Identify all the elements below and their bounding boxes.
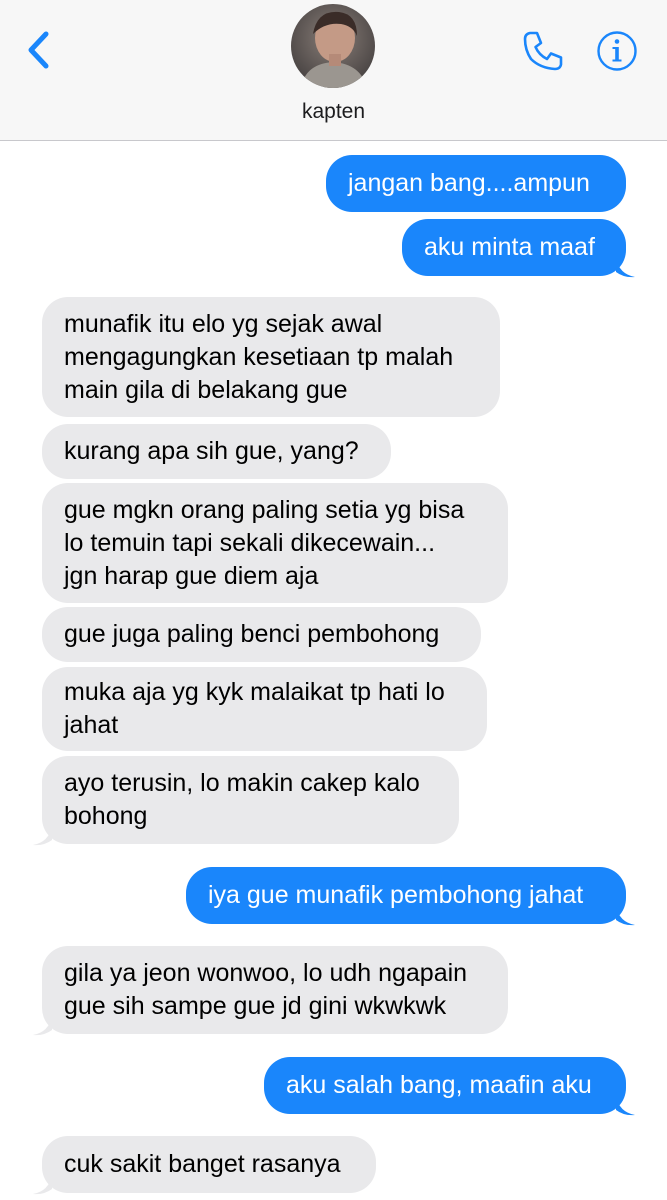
message-bubble-outgoing[interactable]: iya gue munafik pembohong jahat bbox=[186, 867, 626, 924]
message-bubble-incoming[interactable]: cuk sakit banget rasanya bbox=[42, 1136, 376, 1193]
message-bubble-incoming[interactable]: gue juga paling benci pembohong bbox=[42, 607, 481, 662]
bubble-tail-outgoing bbox=[616, 1096, 635, 1116]
chevron-left-icon bbox=[28, 31, 49, 69]
message-bubble-incoming[interactable]: kurang apa sih gue, yang? bbox=[42, 424, 391, 479]
back-button[interactable] bbox=[22, 28, 62, 72]
message-bubble-outgoing[interactable]: jangan bang....ampun bbox=[326, 155, 626, 212]
message-bubble-outgoing[interactable]: aku minta maaf bbox=[402, 219, 626, 276]
conversation-header: kapten bbox=[0, 0, 667, 141]
bubble-tail-incoming bbox=[33, 826, 52, 846]
call-button[interactable] bbox=[520, 28, 566, 74]
message-bubble-incoming[interactable]: ayo terusin, lo makin cakep kalo bohong bbox=[42, 756, 459, 844]
bubble-tail-outgoing bbox=[616, 906, 635, 926]
avatar[interactable] bbox=[291, 4, 375, 88]
phone-icon bbox=[523, 31, 563, 71]
message-bubble-incoming[interactable]: gila ya jeon wonwoo, lo udh ngapain gue … bbox=[42, 946, 508, 1034]
message-bubble-outgoing[interactable]: aku salah bang, maafin aku bbox=[264, 1057, 626, 1114]
bubble-tail-incoming bbox=[33, 1016, 52, 1036]
bubble-tail-incoming bbox=[33, 1175, 52, 1195]
info-icon bbox=[597, 31, 637, 71]
contact-name[interactable]: kapten bbox=[0, 100, 667, 124]
message-bubble-incoming[interactable]: gue mgkn orang paling setia yg bisa lo t… bbox=[42, 483, 508, 603]
message-thread[interactable]: jangan bang....ampun aku minta maaf muna… bbox=[0, 141, 667, 1200]
bubble-tail-outgoing bbox=[616, 258, 635, 278]
info-button[interactable] bbox=[596, 30, 638, 72]
message-bubble-incoming[interactable]: munafik itu elo yg sejak awal mengagungk… bbox=[42, 297, 500, 417]
message-bubble-incoming[interactable]: muka aja yg kyk malaikat tp hati lo jaha… bbox=[42, 667, 487, 751]
